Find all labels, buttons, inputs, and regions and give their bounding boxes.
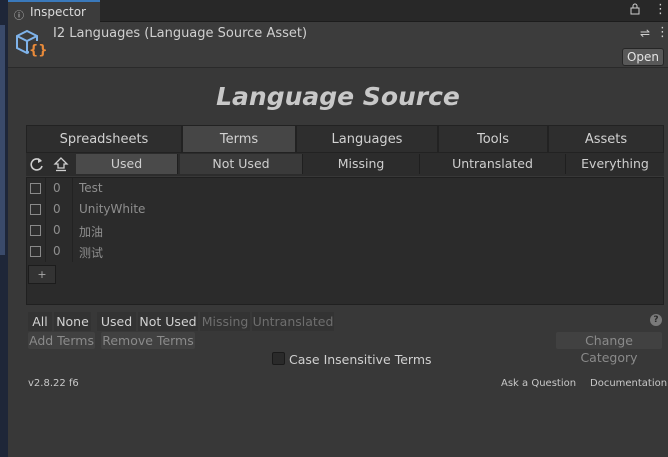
refresh-icon[interactable]: [28, 156, 46, 173]
filter-used[interactable]: Used: [76, 154, 178, 174]
asset-title: I2 Languages (Language Source Asset): [53, 26, 308, 41]
term-name[interactable]: Test: [79, 181, 103, 195]
tab-label: Inspector: [30, 5, 86, 19]
add-term-button[interactable]: +: [28, 265, 56, 284]
select-none-button[interactable]: None: [54, 312, 91, 331]
ask-question-link[interactable]: Ask a Question: [501, 378, 576, 389]
term-row[interactable]: 0 UnityWhite: [27, 199, 663, 220]
cube-braces-icon: {}: [14, 28, 48, 58]
change-category-button[interactable]: Change Category: [556, 332, 662, 365]
tab-bar: [8, 0, 668, 22]
term-row[interactable]: 0 测试: [27, 241, 663, 262]
preset-icon[interactable]: ⇌: [640, 26, 650, 40]
term-usage-count: 0: [53, 244, 61, 258]
select-all-button[interactable]: All: [28, 312, 52, 331]
filter-not-used[interactable]: Not Used: [180, 154, 303, 174]
tab-assets[interactable]: Assets: [548, 125, 664, 153]
open-button[interactable]: Open: [622, 48, 664, 66]
tab-menu-icon[interactable]: ⋮: [654, 2, 667, 17]
term-row[interactable]: 0 加油: [27, 220, 663, 241]
term-name[interactable]: 测试: [79, 244, 103, 261]
tab-languages[interactable]: Languages: [296, 125, 438, 153]
version-label: v2.8.22 f6: [28, 378, 79, 389]
select-not-used-button[interactable]: Not Used: [138, 312, 198, 331]
term-row[interactable]: 0 Test: [27, 178, 663, 199]
tab-inspector[interactable]: ⓘ Inspector: [8, 0, 100, 22]
term-usage-count: 0: [53, 181, 61, 195]
term-name[interactable]: 加油: [79, 223, 103, 240]
term-checkbox[interactable]: [30, 183, 41, 194]
filter-everything[interactable]: Everything: [566, 154, 664, 174]
header-menu-icon[interactable]: ⋮: [656, 25, 668, 40]
case-insensitive-checkbox[interactable]: [272, 352, 285, 365]
term-name[interactable]: UnityWhite: [79, 202, 145, 216]
tab-spreadsheets[interactable]: Spreadsheets: [26, 125, 182, 153]
term-checkbox[interactable]: [30, 225, 41, 236]
documentation-link[interactable]: Documentation: [590, 378, 667, 389]
select-missing-button[interactable]: Missing: [200, 312, 250, 331]
remove-terms-button[interactable]: Remove Terms: [101, 332, 195, 349]
filter-untranslated[interactable]: Untranslated: [420, 154, 566, 174]
page-title: Language Source: [216, 82, 460, 111]
lock-icon[interactable]: [630, 3, 640, 18]
info-icon: ⓘ: [14, 11, 24, 22]
term-usage-count: 0: [53, 223, 61, 237]
tab-tools[interactable]: Tools: [438, 125, 548, 153]
case-insensitive-label: Case Insensitive Terms: [289, 352, 432, 367]
term-usage-count: 0: [53, 202, 61, 216]
select-used-button[interactable]: Used: [97, 312, 136, 331]
term-checkbox[interactable]: [30, 246, 41, 257]
select-untranslated-button[interactable]: Untranslated: [252, 312, 334, 331]
add-terms-button[interactable]: Add Terms: [28, 332, 95, 349]
term-checkbox[interactable]: [30, 204, 41, 215]
svg-text:{}: {}: [29, 43, 46, 58]
tab-terms[interactable]: Terms: [182, 125, 296, 153]
help-icon[interactable]: ?: [650, 314, 662, 326]
upload-icon[interactable]: [52, 156, 70, 173]
filter-missing[interactable]: Missing: [303, 154, 420, 174]
editor-edge: [0, 0, 8, 457]
